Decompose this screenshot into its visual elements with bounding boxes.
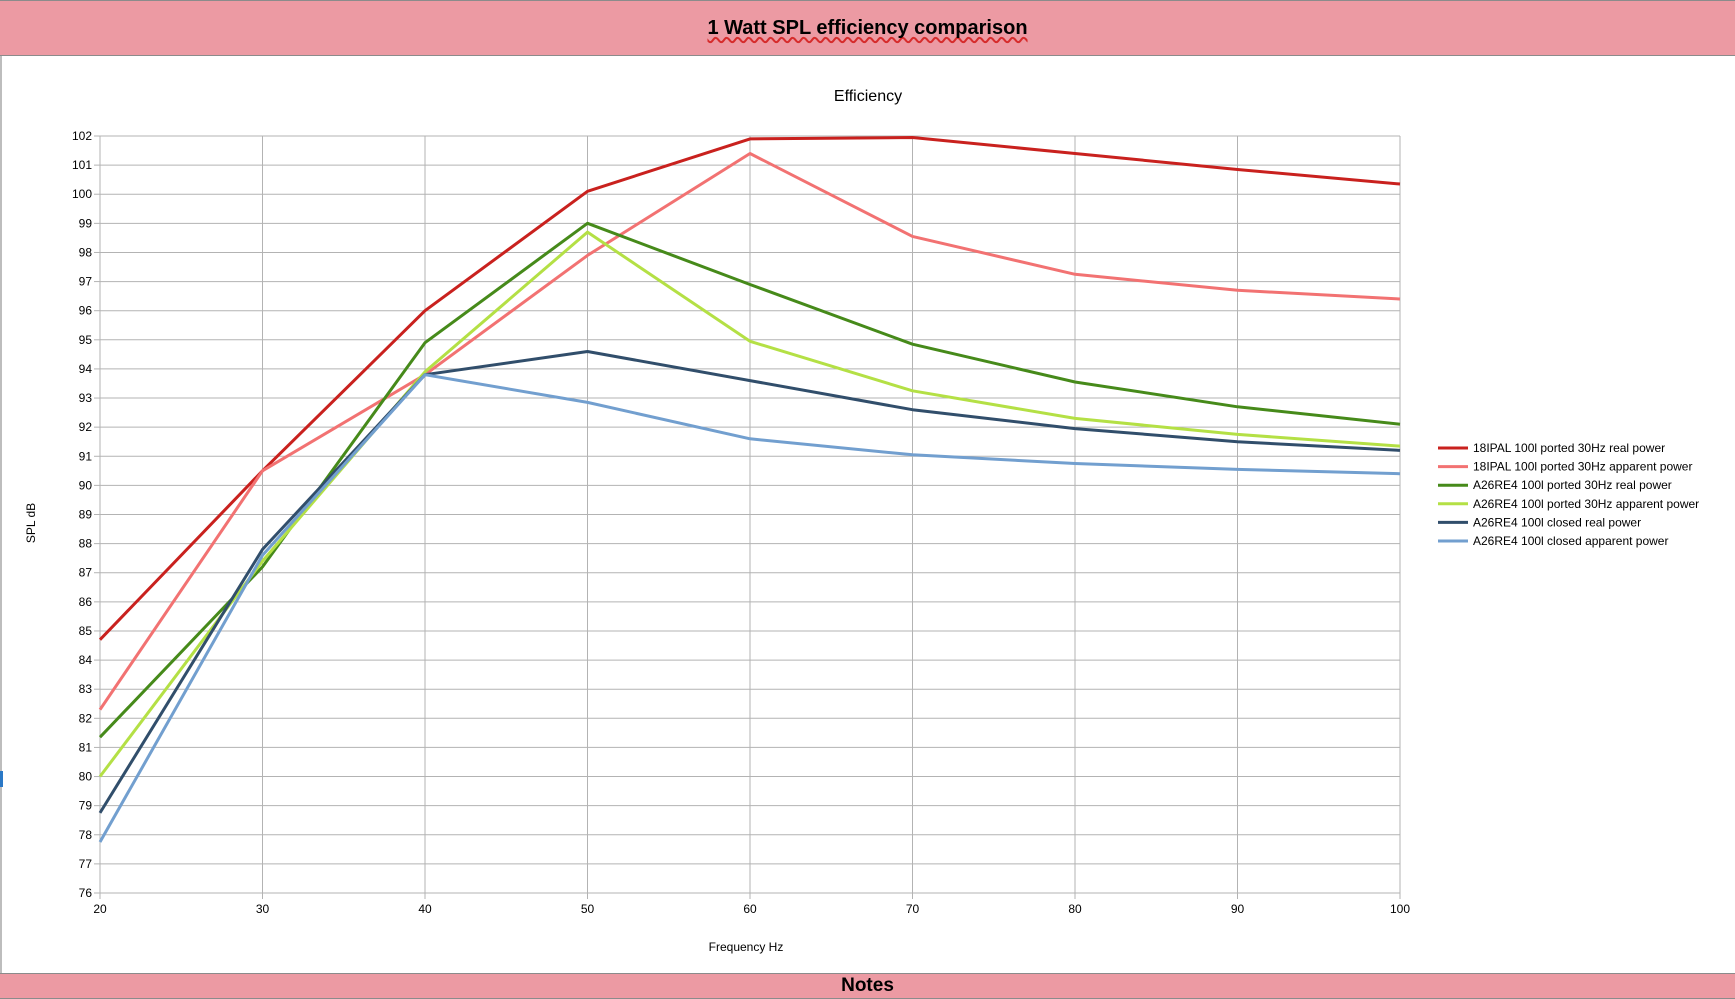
sheet-title: 1 Watt SPL efficiency comparison	[707, 16, 1028, 39]
y-tick-label: 77	[79, 857, 93, 871]
y-tick-label: 78	[79, 828, 93, 842]
y-tick-label: 82	[79, 711, 93, 725]
y-tick-label: 91	[79, 449, 93, 463]
y-axis-label: SPL dB	[24, 503, 38, 543]
sheet-title-banner: 1 Watt SPL efficiency comparison	[0, 0, 1735, 56]
y-tick-label: 76	[79, 886, 93, 900]
y-tick-label: 96	[79, 304, 93, 318]
legend[interactable]: 18IPAL 100l ported 30Hz real power 18IPAL…	[1438, 441, 1699, 548]
notes-banner: Notes	[0, 973, 1735, 999]
y-tick-label: 84	[79, 653, 93, 667]
y-tick-label: 95	[79, 333, 93, 347]
y-tick-label: 101	[72, 158, 92, 172]
y-tick-label: 88	[79, 537, 93, 551]
x-tick-label: 100	[1390, 902, 1410, 916]
x-tick-label: 50	[581, 902, 595, 916]
y-tick-label: 85	[79, 624, 93, 638]
x-tick-label: 40	[418, 902, 432, 916]
legend-entry: A26RE4 100l closed apparent power	[1473, 534, 1668, 548]
x-tick-label: 70	[906, 902, 920, 916]
y-tick-label: 80	[79, 770, 93, 784]
y-tick-label: 89	[79, 508, 93, 522]
y-tick-label: 97	[79, 275, 93, 289]
y-tick-label: 102	[72, 129, 92, 143]
tick-labels: 76 77 78 79 80 81 82 83 84 85 86 87 88 89 90 91 92 93 94 95…	[72, 129, 1410, 916]
x-axis-label: Frequency Hz	[709, 940, 784, 954]
y-tick-label: 92	[79, 420, 93, 434]
efficiency-chart[interactable]: Efficiency Frequency Hz SPL dB 76 77 78 79 8…	[0, 56, 1735, 973]
notes-label: Notes	[841, 975, 894, 996]
legend-entry: 18IPAL 100l ported 30Hz real power	[1473, 441, 1665, 455]
x-tick-label: 60	[743, 902, 757, 916]
chart-title: Efficiency	[834, 88, 902, 105]
x-tick-label: 90	[1231, 902, 1245, 916]
x-tick-label: 80	[1068, 902, 1082, 916]
cell-cursor-marker	[0, 771, 3, 787]
y-tick-label: 94	[79, 362, 93, 376]
grid	[94, 135, 1401, 899]
x-tick-label: 20	[93, 902, 107, 916]
y-tick-label: 83	[79, 682, 93, 696]
legend-entry: A26RE4 100l ported 30Hz real power	[1473, 478, 1672, 492]
y-tick-label: 100	[72, 187, 92, 201]
y-tick-label: 90	[79, 478, 93, 492]
legend-entry: A26RE4 100l closed real power	[1473, 515, 1641, 529]
y-tick-label: 98	[79, 245, 93, 259]
y-tick-label: 99	[79, 216, 93, 230]
legend-entry: 18IPAL 100l ported 30Hz apparent power	[1473, 460, 1692, 474]
y-tick-label: 86	[79, 595, 93, 609]
chart-container[interactable]: Efficiency Frequency Hz SPL dB 76 77 78 79 8…	[0, 56, 1735, 973]
legend-entry: A26RE4 100l ported 30Hz apparent power	[1473, 497, 1699, 511]
x-tick-label: 30	[256, 902, 270, 916]
y-tick-label: 87	[79, 566, 93, 580]
y-tick-label: 93	[79, 391, 93, 405]
y-tick-label: 79	[79, 799, 93, 813]
y-tick-label: 81	[79, 740, 93, 754]
